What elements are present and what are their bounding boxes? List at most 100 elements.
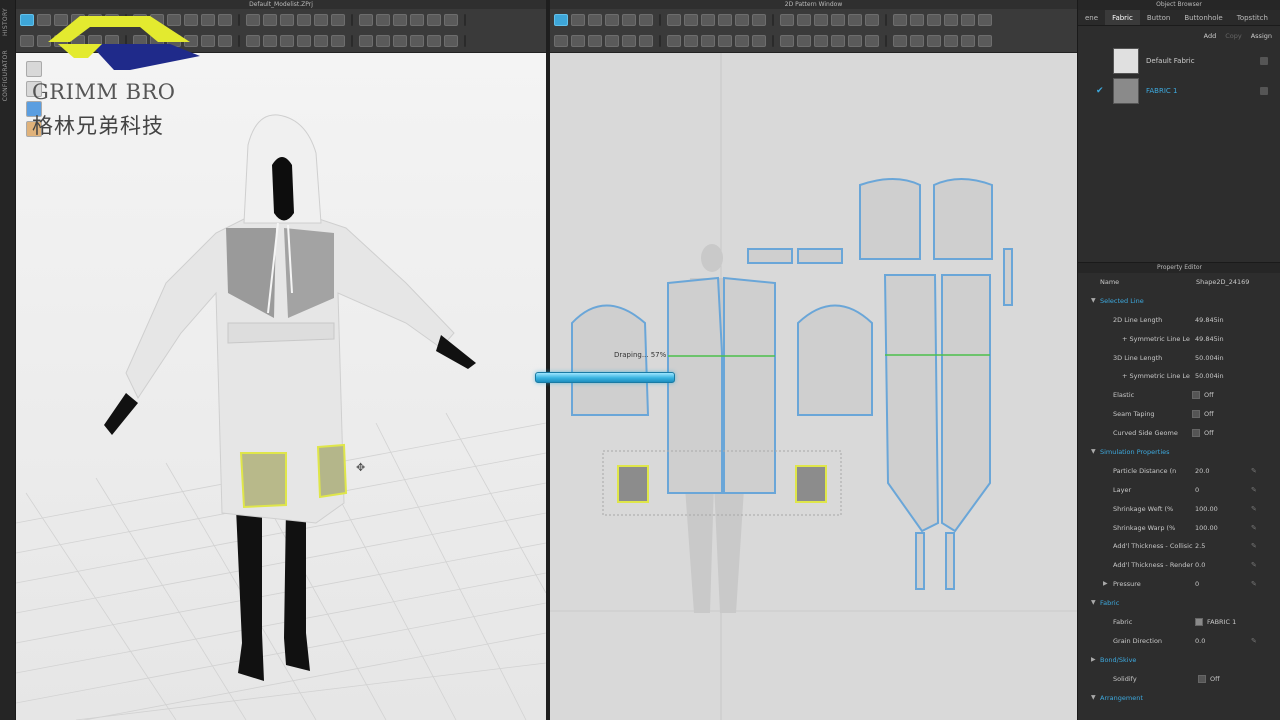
property-value[interactable]: 20.0 (1195, 462, 1209, 481)
toolbar-tool-icon[interactable] (978, 35, 992, 47)
toolbar-tool-icon[interactable] (297, 14, 311, 26)
toolbar-tool-icon[interactable] (571, 35, 585, 47)
collapse-triangle-icon[interactable]: ▼ (1091, 594, 1096, 613)
toolbar-tool-icon[interactable] (571, 14, 585, 26)
property-value[interactable]: 0 (1195, 575, 1199, 594)
toolbar-tool-icon[interactable] (554, 14, 568, 26)
toolbar-tool-icon[interactable] (927, 14, 941, 26)
fabric-list-item[interactable]: Default Fabric (1078, 46, 1280, 76)
toolbar-tool-icon[interactable] (718, 35, 732, 47)
toolbar-tool-icon[interactable] (797, 14, 811, 26)
section-header[interactable]: Fabric (1100, 594, 1119, 613)
toolbar-tool-icon[interactable] (718, 14, 732, 26)
toolbar-tool-icon[interactable] (314, 14, 328, 26)
property-value[interactable]: 100.00 (1195, 519, 1218, 538)
toolbar-tool-icon[interactable] (684, 35, 698, 47)
checkbox[interactable] (1198, 674, 1206, 683)
toolbar-tool-icon[interactable] (588, 14, 602, 26)
toolbar-tool-icon[interactable] (893, 35, 907, 47)
toolbar-tool-icon[interactable] (218, 35, 232, 47)
section-header[interactable]: Simulation Properties (1100, 443, 1170, 462)
tab-topstitch[interactable]: Topstitch (1230, 10, 1275, 25)
fabric-options-icon[interactable] (1260, 87, 1268, 95)
toolbar-tool-icon[interactable] (410, 14, 424, 26)
toolbar-tool-icon[interactable] (444, 14, 458, 26)
tab-fabric[interactable]: Fabric (1105, 10, 1140, 25)
toolbar-tool-icon[interactable] (605, 14, 619, 26)
toolbar-tool-icon[interactable] (359, 14, 373, 26)
left-pocket-selected[interactable] (239, 452, 287, 509)
edit-pencil-icon[interactable]: ✎ (1251, 500, 1257, 519)
toolbar-tool-icon[interactable] (622, 35, 636, 47)
toolbar-tool-icon[interactable] (893, 14, 907, 26)
edit-pencil-icon[interactable]: ✎ (1251, 537, 1257, 556)
toolbar-tool-icon[interactable] (280, 14, 294, 26)
toolbar-tool-icon[interactable] (639, 35, 653, 47)
section-header[interactable]: Arrangement (1100, 689, 1143, 708)
toolbar-tool-icon[interactable] (944, 14, 958, 26)
toolbar-tool-icon[interactable] (752, 35, 766, 47)
right-pocket-selected[interactable] (316, 443, 348, 499)
assign-button[interactable]: Assign (1251, 32, 1272, 40)
edit-pencil-icon[interactable]: ✎ (1251, 481, 1257, 500)
toolbar-tool-icon[interactable] (910, 35, 924, 47)
toolbar-tool-icon[interactable] (701, 35, 715, 47)
section-header[interactable]: Bond/Skive (1100, 651, 1136, 670)
fabric-options-icon[interactable] (1260, 57, 1268, 65)
2d-pattern-viewport[interactable] (550, 53, 1077, 720)
property-value[interactable]: 2.5 (1195, 537, 1205, 556)
toolbar-tool-icon[interactable] (622, 14, 636, 26)
toolbar-tool-icon[interactable] (961, 14, 975, 26)
toolbar-tool-icon[interactable] (865, 14, 879, 26)
collapse-triangle-icon[interactable]: ▼ (1091, 292, 1096, 311)
toolbar-tool-icon[interactable] (331, 35, 345, 47)
toolbar-tool-icon[interactable] (444, 35, 458, 47)
toolbar-tool-icon[interactable] (814, 35, 828, 47)
toolbar-tool-icon[interactable] (831, 14, 845, 26)
toolbar-tool-icon[interactable] (427, 35, 441, 47)
toolbar-tool-icon[interactable] (701, 14, 715, 26)
toolbar-tool-icon[interactable] (427, 14, 441, 26)
toolbar-tool-icon[interactable] (314, 35, 328, 47)
property-value[interactable]: 0.0 (1195, 556, 1205, 575)
toolbar-tool-icon[interactable] (639, 14, 653, 26)
toolbar-tool-icon[interactable] (376, 35, 390, 47)
toolbar-tool-icon[interactable] (246, 14, 260, 26)
toolbar-tool-icon[interactable] (667, 14, 681, 26)
configurator-tab[interactable]: CONFIGURATOR (2, 50, 9, 101)
property-value[interactable]: 50.004in (1195, 367, 1224, 386)
add-button[interactable]: Add (1204, 32, 1217, 40)
tab-buttonhole[interactable]: Buttonhole (1177, 10, 1229, 25)
tab-button[interactable]: Button (1140, 10, 1177, 25)
toolbar-tool-icon[interactable] (735, 14, 749, 26)
property-value[interactable]: 0.0 (1195, 632, 1205, 651)
toolbar-tool-icon[interactable] (797, 35, 811, 47)
toolbar-tool-icon[interactable] (263, 14, 277, 26)
toolbar-tool-icon[interactable] (297, 35, 311, 47)
toolbar-tool-icon[interactable] (927, 35, 941, 47)
section-header[interactable]: Selected Line (1100, 292, 1144, 311)
toolbar-tool-icon[interactable] (814, 14, 828, 26)
toolbar-tool-icon[interactable] (910, 14, 924, 26)
edit-pencil-icon[interactable]: ✎ (1251, 556, 1257, 575)
pattern-pieces[interactable] (571, 178, 1013, 590)
copy-button[interactable]: Copy (1225, 32, 1242, 40)
toolbar-tool-icon[interactable] (376, 14, 390, 26)
property-value[interactable]: 100.00 (1195, 500, 1218, 519)
toolbar-tool-icon[interactable] (263, 35, 277, 47)
property-value[interactable]: 50.004in (1195, 349, 1224, 368)
toolbar-tool-icon[interactable] (848, 14, 862, 26)
property-value[interactable]: 49.845in (1195, 311, 1224, 330)
checkbox[interactable] (1192, 410, 1200, 419)
fabric-list-item[interactable]: ✔ FABRIC 1 (1078, 76, 1280, 106)
toolbar-tool-icon[interactable] (667, 35, 681, 47)
property-value[interactable]: 0 (1195, 481, 1199, 500)
expand-triangle-icon[interactable]: ▶ (1103, 575, 1108, 594)
edit-pencil-icon[interactable]: ✎ (1251, 632, 1257, 651)
toolbar-tool-icon[interactable] (780, 14, 794, 26)
toolbar-tool-icon[interactable] (218, 14, 232, 26)
tab-ene[interactable]: ene (1078, 10, 1105, 25)
history-tab[interactable]: HISTORY (2, 8, 9, 36)
toolbar-tool-icon[interactable] (752, 14, 766, 26)
toolbar-tool-icon[interactable] (393, 14, 407, 26)
